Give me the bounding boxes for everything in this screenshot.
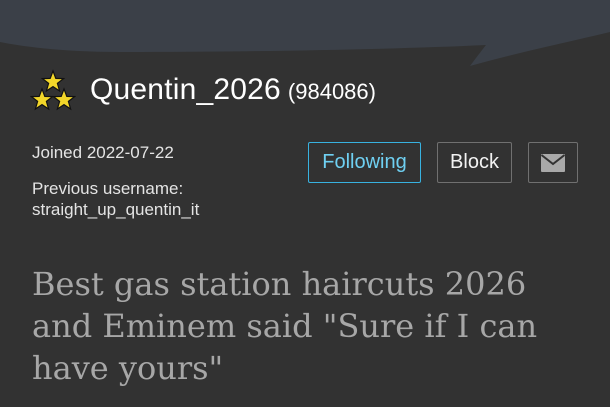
previous-username: straight_up_quentin_it: [32, 199, 200, 219]
block-button[interactable]: Block: [437, 142, 512, 183]
joined-date: Joined 2022-07-22: [32, 143, 174, 162]
three-stars-icon: [30, 69, 76, 111]
message-button[interactable]: [528, 142, 578, 183]
header-banner-shape: [0, 0, 610, 66]
profile-bio: Best gas station haircuts 2026 and Emine…: [32, 265, 538, 387]
profile-page: Quentin_2026 (984086) Joined 2022-07-22 …: [0, 0, 610, 407]
profile-meta: Joined 2022-07-22 Previous username: str…: [32, 143, 199, 220]
username: Quentin_2026: [90, 73, 281, 106]
mail-icon: [540, 153, 566, 172]
profile-header: Quentin_2026 (984086): [30, 68, 376, 112]
user-id: (984086): [287, 79, 376, 104]
previous-username-label: Previous username:: [32, 179, 184, 199]
following-button[interactable]: Following: [308, 142, 421, 183]
profile-actions: Following Block: [308, 142, 578, 183]
